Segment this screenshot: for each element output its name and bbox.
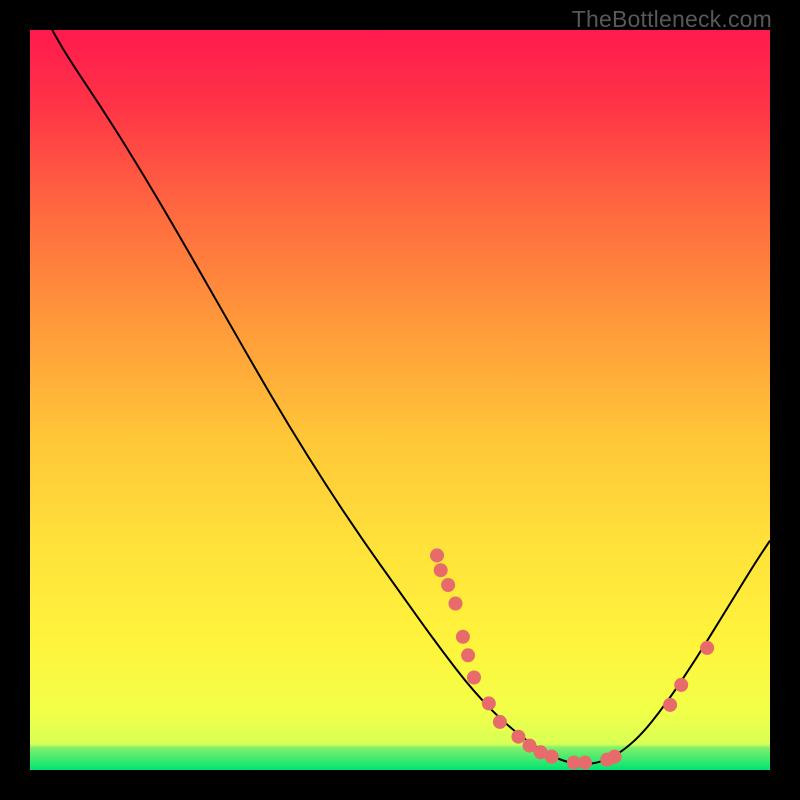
chart-svg: [30, 30, 770, 770]
data-dot: [449, 597, 463, 611]
data-dot: [700, 641, 714, 655]
data-dot: [578, 756, 592, 770]
data-dot: [456, 630, 470, 644]
data-dot: [430, 548, 444, 562]
data-dot: [493, 715, 507, 729]
data-dot: [482, 696, 496, 710]
data-dot: [461, 648, 475, 662]
data-dot: [674, 678, 688, 692]
data-dot: [511, 730, 525, 744]
data-dot: [608, 750, 622, 764]
data-dot: [663, 698, 677, 712]
data-dot: [545, 750, 559, 764]
gradient-background: [30, 30, 770, 770]
chart-frame: [30, 30, 770, 770]
data-dot: [434, 563, 448, 577]
watermark-text: TheBottleneck.com: [572, 6, 772, 33]
data-dot: [441, 578, 455, 592]
data-dot: [467, 671, 481, 685]
